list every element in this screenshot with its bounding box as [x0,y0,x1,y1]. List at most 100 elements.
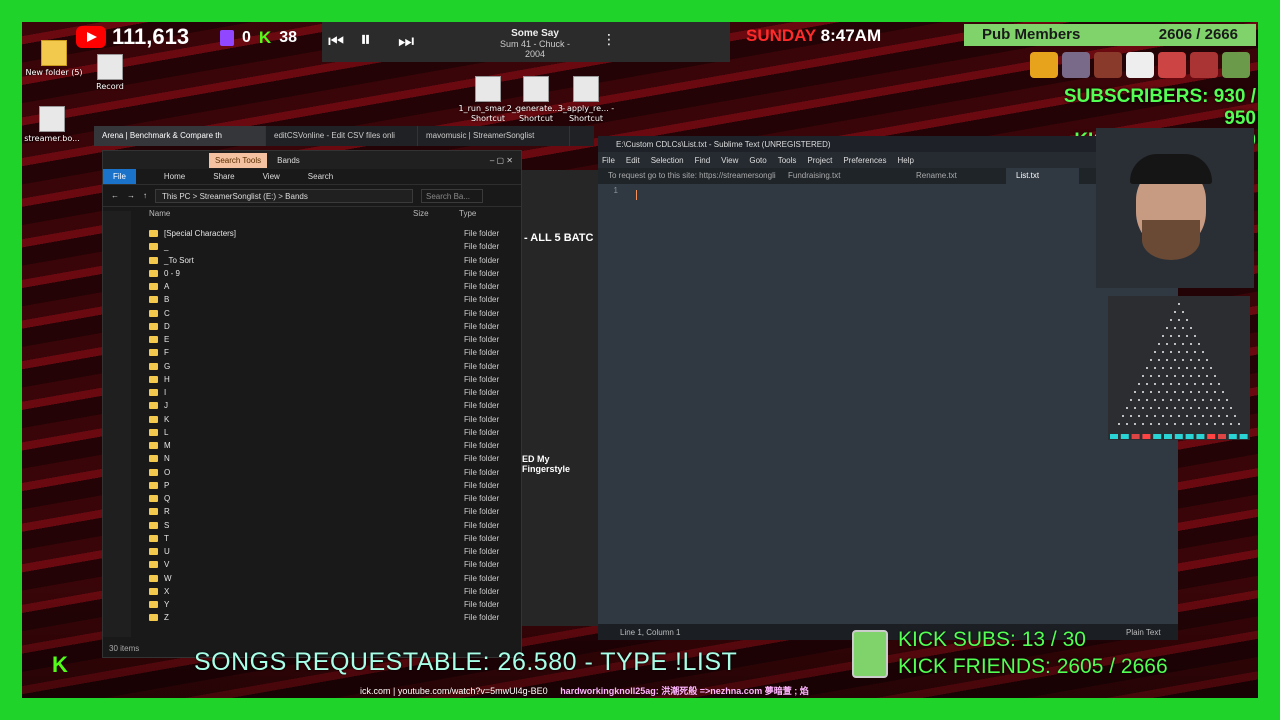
peg [1202,351,1204,353]
folder-icon [149,534,158,542]
desktop-icon-new-folder[interactable]: New folder (5) [24,40,84,78]
folder-icon [149,415,158,423]
plinko-board [1108,296,1250,440]
table-row[interactable]: I File folder [149,386,519,399]
table-row[interactable]: Q File folder [149,492,519,505]
pause-icon[interactable]: ⏸ [360,27,371,52]
table-row[interactable]: _To Sort File folder [149,254,519,267]
peg [1178,351,1180,353]
table-row[interactable]: S File folder [149,519,519,532]
table-row[interactable]: [Special Characters] File folder [149,227,519,240]
column-name[interactable]: Name [149,209,413,223]
menu-item[interactable]: Help [897,156,913,165]
line-number: 1 [613,186,618,195]
peg [1150,375,1152,377]
peg [1162,367,1164,369]
tab-fundraising[interactable]: Fundraising.txt [778,168,906,184]
table-row[interactable]: L File folder [149,426,519,439]
navigation-pane[interactable] [103,211,131,637]
ribbon-search[interactable]: Search [308,172,333,181]
table-row[interactable]: O File folder [149,466,519,479]
table-row[interactable]: A File folder [149,280,519,293]
window-controls-icon[interactable]: – ▢ ✕ [490,156,513,165]
peg [1150,391,1152,393]
peg [1166,407,1168,409]
row-type: File folder [464,229,500,239]
ribbon-file[interactable]: File [103,169,136,184]
menu-item[interactable]: Find [695,156,711,165]
peg [1234,415,1236,417]
desktop-icon-shortcut-3[interactable]: 3_apply_re... - Shortcut [556,76,616,124]
table-row[interactable]: P File folder [149,479,519,492]
ribbon-view[interactable]: View [263,172,280,181]
peg [1166,327,1168,329]
table-row[interactable]: G File folder [149,360,519,373]
peg [1194,367,1196,369]
table-row[interactable]: B File folder [149,293,519,306]
menu-item[interactable]: View [721,156,738,165]
table-row[interactable]: 0 - 9 File folder [149,267,519,280]
table-row[interactable]: J File folder [149,399,519,412]
row-name: N [164,454,170,464]
table-row[interactable]: _ File folder [149,240,519,253]
search-input[interactable]: Search Ba... [421,188,483,203]
song-title: Some Say [511,28,559,39]
ribbon-home[interactable]: Home [164,172,185,181]
peg [1150,423,1152,425]
table-row[interactable]: V File folder [149,558,519,571]
table-row[interactable]: D File folder [149,320,519,333]
editor-area[interactable] [622,186,1178,622]
table-row[interactable]: N File folder [149,452,519,465]
peg [1154,383,1156,385]
table-row[interactable]: Y File folder [149,598,519,611]
peg [1230,407,1232,409]
table-row[interactable]: F File folder [149,346,519,359]
tab-rename[interactable]: Rename.txt [906,168,1006,184]
desktop-icon-record[interactable]: Record [80,54,140,92]
plinko-slot [1164,434,1172,439]
tab-arena[interactable]: Arena | Benchmark & Compare th [94,126,266,146]
table-row[interactable]: K File folder [149,413,519,426]
search-tools-tab[interactable]: Search Tools [209,152,268,168]
table-row[interactable]: Z File folder [149,611,519,624]
tab-mavomusic[interactable]: mavomusic | StreamerSonglist [418,126,570,146]
next-icon[interactable]: ⏭ [398,31,414,52]
tab-editcsv[interactable]: editCSVonline - Edit CSV files onli [266,126,418,146]
table-row[interactable]: C File folder [149,307,519,320]
table-row[interactable]: T File folder [149,532,519,545]
menu-item[interactable]: Project [807,156,832,165]
menu-item[interactable]: Goto [749,156,766,165]
table-row[interactable]: E File folder [149,333,519,346]
tab-list[interactable]: List.txt [1006,168,1080,184]
table-row[interactable]: U File folder [149,545,519,558]
tab-request-file[interactable]: To request go to this site: https://stre… [598,168,778,184]
forward-icon[interactable]: → [127,191,135,200]
desktop-icon-streamer[interactable]: streamer.bo... [22,106,82,144]
peg [1210,383,1212,385]
peg [1202,399,1204,401]
menu-item[interactable]: File [602,156,615,165]
up-icon[interactable]: ↑ [143,191,147,200]
address-bar[interactable]: This PC > StreamerSonglist (E:) > Bands [155,188,413,203]
table-row[interactable]: H File folder [149,373,519,386]
kick-count: 38 [279,29,297,46]
menu-item[interactable]: Tools [778,156,797,165]
menu-item[interactable]: Preferences [843,156,886,165]
table-row[interactable]: X File folder [149,585,519,598]
back-icon[interactable]: ← [111,191,119,200]
column-type[interactable]: Type [459,209,476,223]
table-row[interactable]: W File folder [149,572,519,585]
ribbon-share[interactable]: Share [213,172,234,181]
table-row[interactable]: M File folder [149,439,519,452]
youtube-icon [76,26,106,48]
more-options-icon[interactable]: ⋮ [602,32,616,48]
kick-goals: KICK SUBS: 13 / 30 KICK FRIENDS: 2605 / … [898,626,1168,680]
peg [1154,351,1156,353]
column-size[interactable]: Size [413,209,459,223]
previous-icon[interactable]: ⏮ [328,31,344,52]
table-row[interactable]: R File folder [149,505,519,518]
peg [1158,407,1160,409]
folder-icon [149,389,158,397]
menu-item[interactable]: Edit [626,156,640,165]
menu-item[interactable]: Selection [651,156,684,165]
